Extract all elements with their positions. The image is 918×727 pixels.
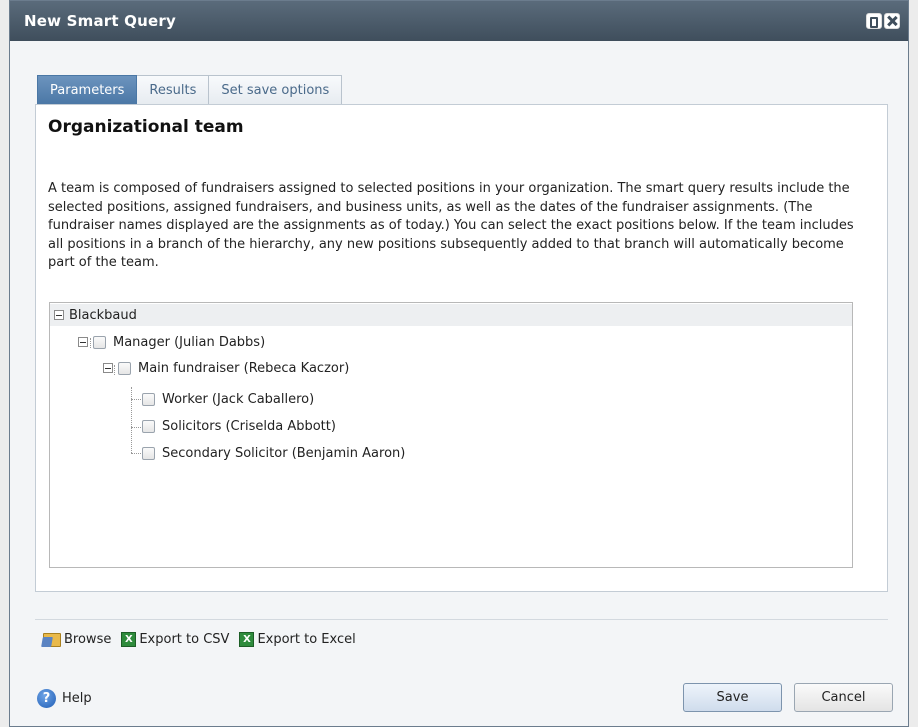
smart-query-dialog: New Smart Query Parameters Results Set s… <box>9 0 909 727</box>
tree-node-manager[interactable]: Manager (Julian Dabbs) <box>78 331 265 353</box>
position-tree: Blackbaud Manager (Julian Dabbs) Main fu… <box>49 302 853 568</box>
close-icon[interactable] <box>884 13 900 29</box>
collapse-icon[interactable] <box>103 363 113 373</box>
tree-node-secondary-solicitor[interactable]: Secondary Solicitor (Benjamin Aaron) <box>142 442 405 464</box>
tree-root-row[interactable]: Blackbaud <box>50 304 852 326</box>
tab-strip: Parameters Results Set save options <box>37 75 343 105</box>
tab-set-save-options[interactable]: Set save options <box>209 75 343 105</box>
tree-connector <box>131 427 141 428</box>
tree-node-label: Solicitors (Criselda Abbott) <box>162 418 336 434</box>
export-excel-button[interactable]: X Export to Excel <box>239 632 356 647</box>
help-icon: ? <box>37 688 56 708</box>
secondary-solicitor-checkbox[interactable] <box>142 446 155 460</box>
help-label: Help <box>62 690 92 706</box>
window-title: New Smart Query <box>24 12 176 30</box>
solicitors-checkbox[interactable] <box>142 419 155 433</box>
dialog-footer: ? Help Save Cancel <box>37 683 893 713</box>
results-toolbar: Browse X Export to CSV X Export to Excel <box>35 619 888 659</box>
dialog-body: Parameters Results Set save options Orga… <box>10 41 908 726</box>
title-bar[interactable]: New Smart Query <box>10 1 908 41</box>
tab-results[interactable]: Results <box>137 75 210 105</box>
panel-heading: Organizational team <box>48 117 244 137</box>
collapse-icon[interactable] <box>78 337 88 347</box>
tree-connector <box>131 453 141 454</box>
export-csv-button[interactable]: X Export to CSV <box>121 632 229 647</box>
main-fundraiser-checkbox[interactable] <box>118 361 131 375</box>
tree-node-worker[interactable]: Worker (Jack Caballero) <box>142 388 314 410</box>
excel-icon: X <box>239 632 255 647</box>
tree-node-main-fundraiser[interactable]: Main fundraiser (Rebeca Kaczor) <box>103 357 349 379</box>
tree-connector <box>131 399 141 400</box>
tree-node-label: Worker (Jack Caballero) <box>162 391 315 407</box>
manager-checkbox[interactable] <box>93 335 106 349</box>
export-csv-label: Export to CSV <box>139 632 230 647</box>
worker-checkbox[interactable] <box>142 392 155 406</box>
tree-node-label: Secondary Solicitor (Benjamin Aaron) <box>162 445 406 461</box>
folder-icon <box>43 632 61 647</box>
help-link[interactable]: ? Help <box>37 688 92 708</box>
browse-button[interactable]: Browse <box>43 632 111 647</box>
tree-node-solicitors[interactable]: Solicitors (Criselda Abbott) <box>142 415 336 437</box>
parameters-panel: Organizational team A team is composed o… <box>35 104 888 592</box>
tab-parameters[interactable]: Parameters <box>37 75 138 105</box>
panel-description: A team is composed of fundraisers assign… <box>48 181 854 270</box>
export-excel-label: Export to Excel <box>257 632 356 647</box>
excel-icon: X <box>121 632 137 647</box>
collapse-icon[interactable] <box>54 310 64 320</box>
tree-connector <box>131 387 132 453</box>
save-button[interactable]: Save <box>683 683 782 712</box>
window-controls <box>866 13 900 29</box>
browse-label: Browse <box>64 632 112 647</box>
cancel-button[interactable]: Cancel <box>794 683 893 712</box>
tree-node-label: Manager (Julian Dabbs) <box>113 334 266 350</box>
tree-node-label: Main fundraiser (Rebeca Kaczor) <box>138 360 350 376</box>
tree-root-label: Blackbaud <box>69 307 137 323</box>
restore-icon[interactable] <box>866 13 882 29</box>
